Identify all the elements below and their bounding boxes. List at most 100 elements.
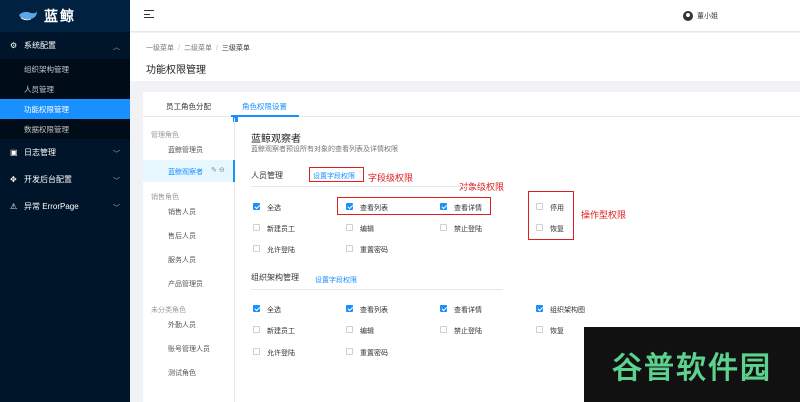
annotation-field-label: 字段级权限 [368, 173, 414, 183]
permission-checkbox-label[interactable]: 组织架构图 [550, 305, 585, 315]
permission-checkbox-label[interactable]: 允许登陆 [267, 348, 295, 358]
role-tools: ✎ ⊖ [211, 166, 225, 174]
section-label: 组织架构管理 [251, 273, 299, 282]
permission-checkbox[interactable] [440, 305, 447, 312]
permission-checkbox-label[interactable]: 重置密码 [360, 245, 388, 255]
role-item[interactable]: 销售人员 [168, 207, 196, 217]
breadcrumb-item-current: 三级菜单 [221, 45, 250, 52]
role-description: 蓝鲸观察者预设所有对象的查看列表及详情权限 [251, 146, 398, 153]
whale-logo-icon [18, 9, 38, 23]
set-field-permission-link[interactable]: 设置字段权限 [313, 171, 355, 181]
permission-checkbox-label[interactable]: 停用 [550, 203, 564, 213]
permission-checkbox-label[interactable]: 禁止登陆 [454, 326, 482, 336]
permission-checkbox[interactable] [346, 203, 353, 210]
breadcrumb-item[interactable]: 一级菜单 [146, 45, 174, 52]
role-group-label: 未分类角色 [151, 307, 186, 314]
menu-toggle-icon[interactable] [144, 10, 154, 19]
permission-checkbox-label[interactable]: 查看详情 [454, 305, 482, 315]
role-list: 管理角色 蓝鲸管理员 蓝鲸观察者 ✎ ⊖ 销售角色 销售人员 售后人员 服务人员… [143, 118, 235, 402]
sidebar-item-function-permission[interactable]: 功能权限管理 [0, 99, 130, 119]
permission-checkbox[interactable] [253, 326, 260, 333]
sidebar-item-label: 组织架构管理 [24, 64, 69, 74]
role-item[interactable]: 售后人员 [168, 231, 196, 241]
permission-checkbox-label[interactable]: 禁止登陆 [454, 224, 482, 234]
permission-checkbox[interactable] [440, 203, 447, 210]
chevron-up-icon: ︿ [113, 44, 120, 51]
role-group-label: 管理角色 [151, 132, 179, 139]
permission-checkbox[interactable] [346, 348, 353, 355]
permission-checkbox[interactable] [536, 326, 543, 333]
permission-checkbox[interactable] [440, 326, 447, 333]
tab-role-permission[interactable]: 角色权限设置 [242, 101, 287, 112]
set-field-permission-link[interactable]: 设置字段权限 [315, 275, 357, 285]
permission-checkbox-label[interactable]: 恢复 [550, 326, 564, 336]
user-name: 董小姐 [697, 13, 718, 20]
role-item[interactable]: 产品管理员 [168, 279, 203, 289]
permission-checkbox-label[interactable]: 全选 [267, 203, 281, 213]
permission-checkbox[interactable] [536, 203, 543, 210]
permission-checkbox[interactable] [536, 305, 543, 312]
permission-checkbox[interactable] [253, 245, 260, 252]
menu-group-system[interactable]: ⚙ 系统配置 ︿ [0, 32, 130, 59]
sidebar-item-org[interactable]: 组织架构管理 [0, 59, 130, 79]
sidebar-item-data-permission[interactable]: 数据权限管理 [0, 119, 130, 139]
permission-checkbox[interactable] [253, 224, 260, 231]
permission-checkbox-label[interactable]: 查看列表 [360, 305, 388, 315]
logo-text: 蓝鲸 [44, 8, 76, 24]
chevron-down-icon: ﹀ [113, 151, 120, 158]
role-item[interactable]: 外勤人员 [168, 320, 196, 330]
role-title: 蓝鲸观察者 [251, 134, 301, 145]
page-head: 一级菜单 / 二级菜单 / 三级菜单 功能权限管理 [130, 33, 800, 81]
permission-checkbox-label[interactable]: 全选 [267, 305, 281, 315]
role-item[interactable]: 测试角色 [168, 368, 196, 378]
sidebar-item-staff[interactable]: 人员管理 [0, 79, 130, 99]
breadcrumb: 一级菜单 / 二级菜单 / 三级菜单 [146, 45, 250, 52]
permission-checkbox[interactable] [346, 305, 353, 312]
remove-icon[interactable]: ⊖ [219, 167, 225, 174]
logo[interactable]: 蓝鲸 [0, 0, 130, 32]
annotation-operation-label: 操作型权限 [581, 210, 627, 220]
top-header: 董小姐 [130, 0, 800, 32]
tab-role-assign[interactable]: 员工角色分配 [166, 101, 211, 112]
permission-checkbox-label[interactable]: 恢复 [550, 224, 564, 234]
sidebar: 蓝鲸 ⚙ 系统配置 ︿ 组织架构管理 人员管理 功能权限管理 数据权限管理 ▣ … [0, 0, 130, 402]
permission-checkbox-label[interactable]: 编辑 [360, 224, 374, 234]
permission-checkbox-label[interactable]: 编辑 [360, 326, 374, 336]
permission-checkbox[interactable] [253, 348, 260, 355]
permission-checkbox-label[interactable]: 新建员工 [267, 326, 295, 336]
menu-group-label: 日志管理 [24, 148, 56, 157]
permission-checkbox-label[interactable]: 查看详情 [454, 203, 482, 213]
puzzle-icon: ✥ [10, 175, 17, 184]
role-item-selected[interactable]: 蓝鲸观察者 [168, 167, 203, 177]
permission-checkbox[interactable] [253, 203, 260, 210]
edit-icon[interactable]: ✎ [211, 167, 217, 174]
section-label: 人员管理 [251, 171, 283, 180]
user-menu[interactable]: 董小姐 [683, 11, 718, 21]
menu-group-log[interactable]: ▣ 日志管理 ﹀ [0, 139, 130, 166]
menu-group-error[interactable]: ⚠ 异常 ErrorPage ﹀ [0, 193, 130, 220]
role-item[interactable]: 账号管理人员 [168, 344, 210, 354]
sidebar-item-label: 人员管理 [24, 84, 54, 94]
menu-group-label: 开发后台配置 [24, 175, 72, 184]
permission-checkbox[interactable] [346, 224, 353, 231]
permission-checkbox[interactable] [253, 305, 260, 312]
permission-checkbox[interactable] [440, 224, 447, 231]
permission-checkbox-label[interactable]: 允许登陆 [267, 245, 295, 255]
avatar [683, 11, 693, 21]
menu-group-label: 系统配置 [24, 41, 56, 50]
watermark-text: 谷普软件园 [612, 351, 772, 385]
menu-group-dev[interactable]: ✥ 开发后台配置 ﹀ [0, 166, 130, 193]
permission-checkbox-label[interactable]: 查看列表 [360, 203, 388, 213]
role-item[interactable]: 服务人员 [168, 255, 196, 265]
permission-checkbox-label[interactable]: 重置密码 [360, 348, 388, 358]
permission-checkbox[interactable] [346, 245, 353, 252]
permission-checkbox-label[interactable]: 新建员工 [267, 224, 295, 234]
watermark: 谷普软件园 [584, 327, 800, 402]
permission-checkbox[interactable] [536, 224, 543, 231]
breadcrumb-item[interactable]: 二级菜单 [184, 45, 212, 52]
role-item[interactable]: 蓝鲸管理员 [168, 145, 203, 155]
permission-checkbox[interactable] [346, 326, 353, 333]
calendar-icon: ▣ [10, 148, 18, 157]
gear-icon: ⚙ [10, 41, 18, 50]
tab-bar: 员工角色分配 角色权限设置 [143, 92, 800, 117]
